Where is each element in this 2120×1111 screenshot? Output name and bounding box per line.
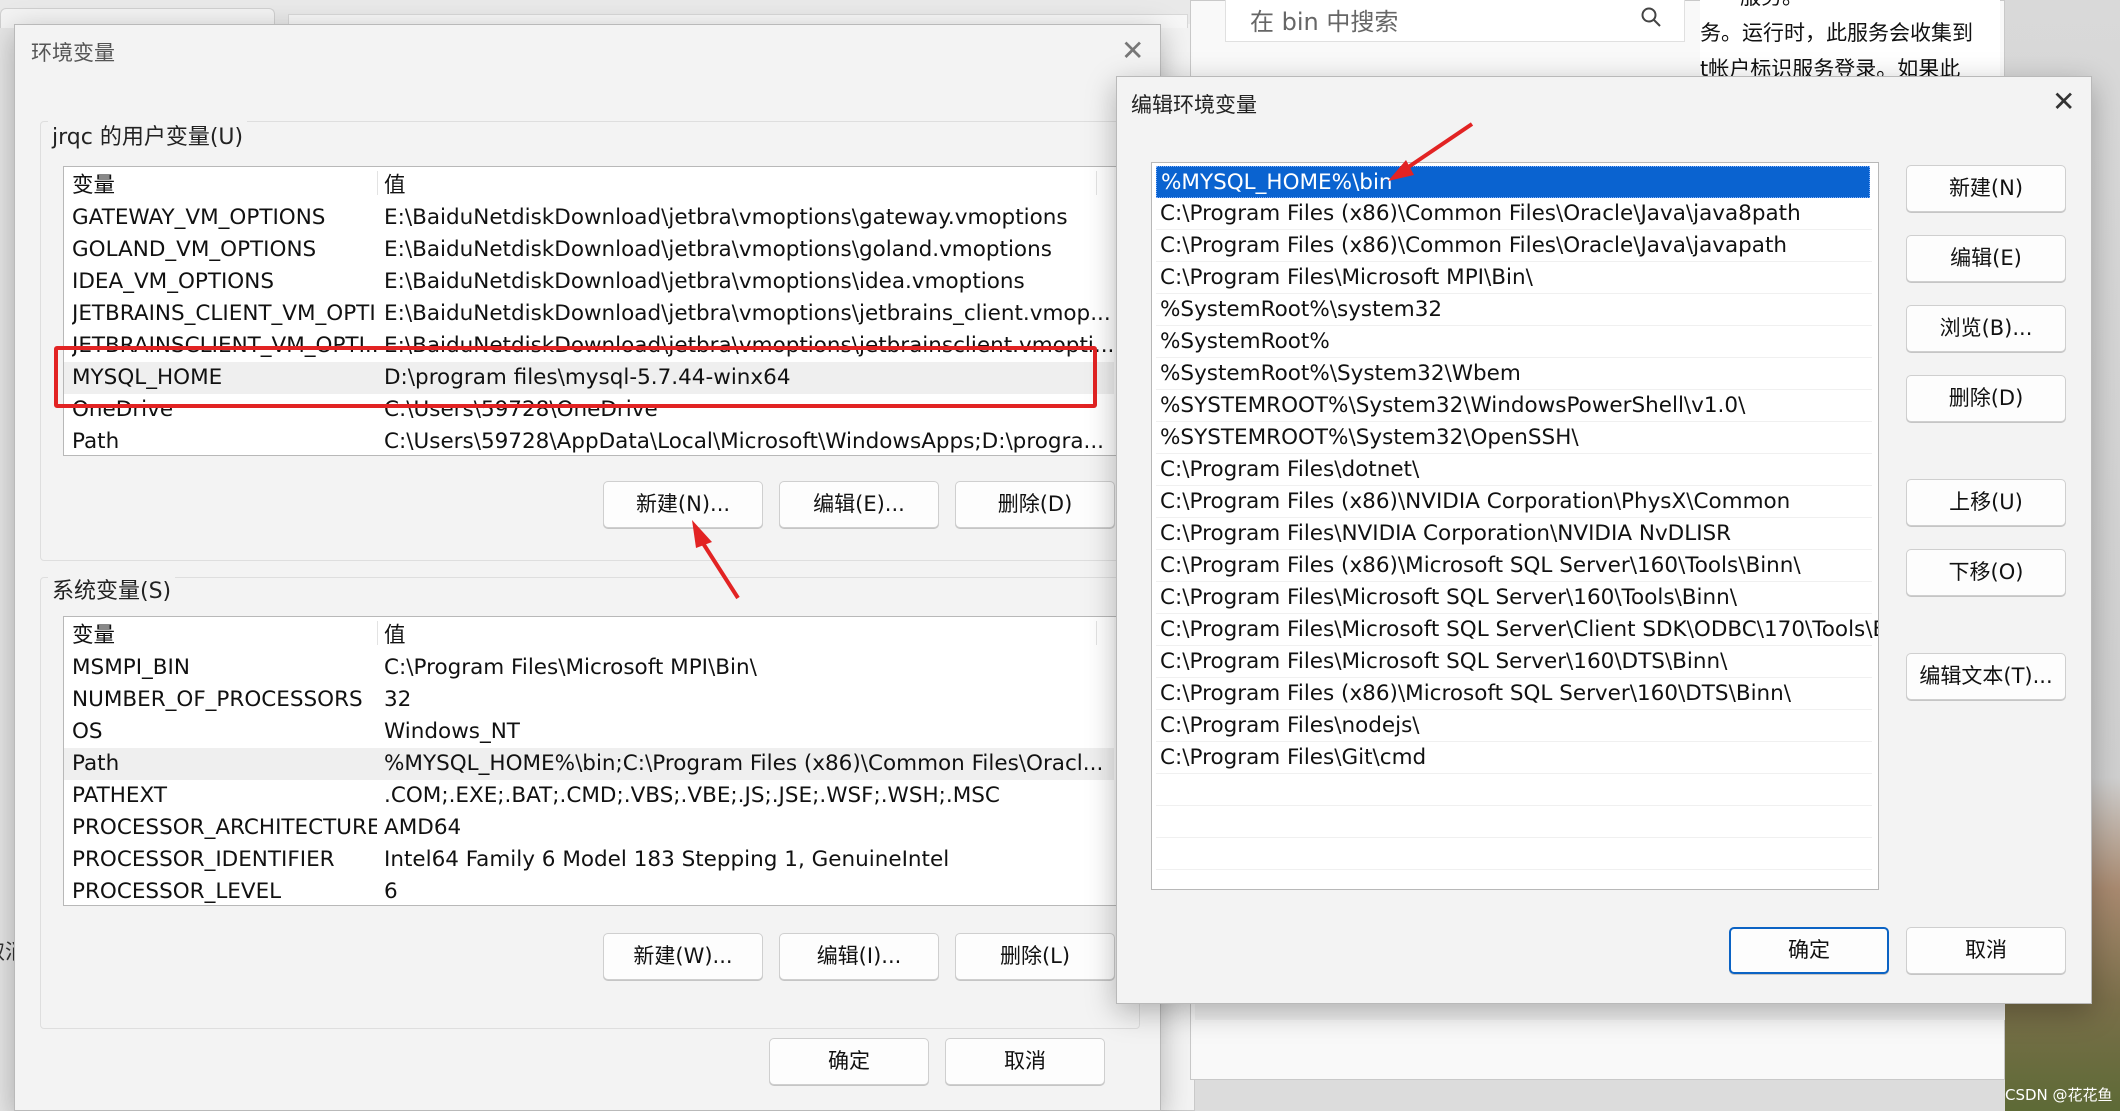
annotation-arrow-to-new-button xyxy=(692,520,740,600)
annotation-arrow-to-mysql-path xyxy=(1388,122,1474,181)
annotation-arrows xyxy=(692,122,1474,600)
watermark: CSDN @花花鱼 xyxy=(2005,1086,2113,1104)
